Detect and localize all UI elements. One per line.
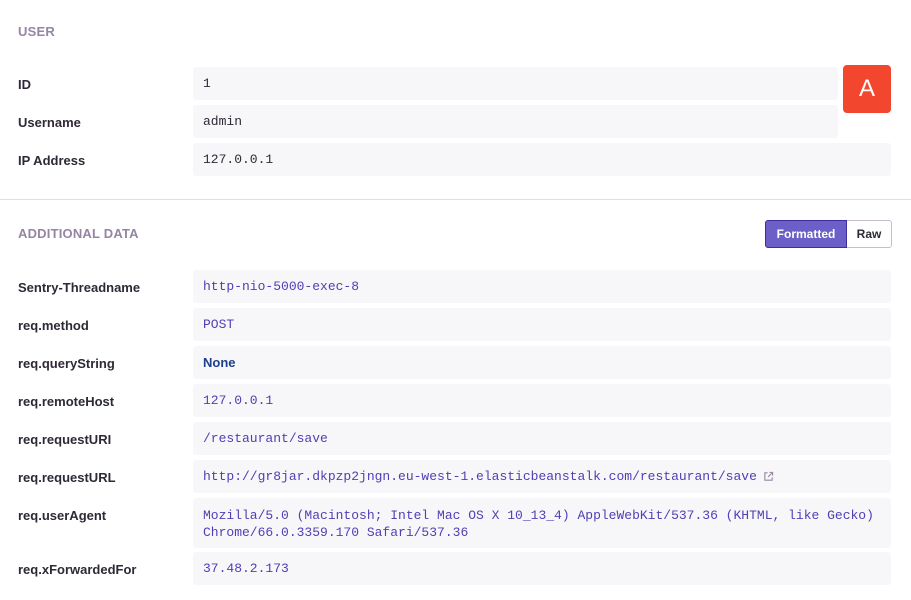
data-key: req.method	[18, 318, 89, 333]
avatar: A	[843, 65, 891, 113]
user-key-id: ID	[18, 77, 31, 92]
user-value-ip-address: 127.0.0.1	[193, 143, 891, 176]
user-agent-line-1: Mozilla/5.0 (Macintosh; Intel Mac OS X 1…	[203, 508, 874, 523]
formatted-button[interactable]: Formatted	[765, 220, 847, 248]
request-url-text: http://gr8jar.dkpzp2jngn.eu-west-1.elast…	[203, 469, 757, 484]
data-key: req.xForwardedFor	[18, 562, 137, 577]
data-value: POST	[193, 308, 891, 341]
user-agent-line-2: Chrome/66.0.3359.170 Safari/537.36	[203, 525, 469, 540]
event-data-panel: USER ID 1 Username admin IP Address 127.…	[0, 0, 911, 600]
section-divider	[0, 199, 911, 200]
data-key: req.userAgent	[18, 508, 107, 523]
data-value: /restaurant/save	[193, 422, 891, 455]
data-value: 37.48.2.173	[193, 552, 891, 585]
user-key-ip-address: IP Address	[18, 153, 86, 168]
data-value-multiline: Mozilla/5.0 (Macintosh; Intel Mac OS X 1…	[193, 498, 891, 548]
raw-button[interactable]: Raw	[847, 220, 892, 248]
data-value: http-nio-5000-exec-8	[193, 270, 891, 303]
external-link-icon[interactable]	[763, 471, 774, 482]
user-section-title: USER	[18, 24, 55, 39]
data-key: req.requestURL	[18, 470, 116, 485]
data-key: req.requestURI	[18, 432, 112, 447]
format-toggle: Formatted Raw	[765, 220, 892, 248]
data-value-none: None	[193, 346, 891, 379]
user-value-username: admin	[193, 105, 838, 138]
user-value-id: 1	[193, 67, 838, 100]
additional-data-section-title: ADDITIONAL DATA	[18, 226, 139, 241]
data-key: req.queryString	[18, 356, 115, 371]
data-value: 127.0.0.1	[193, 384, 891, 417]
data-key: Sentry-Threadname	[18, 280, 141, 295]
user-key-username: Username	[18, 115, 81, 130]
data-key: req.remoteHost	[18, 394, 115, 409]
data-value-url: http://gr8jar.dkpzp2jngn.eu-west-1.elast…	[193, 460, 891, 493]
